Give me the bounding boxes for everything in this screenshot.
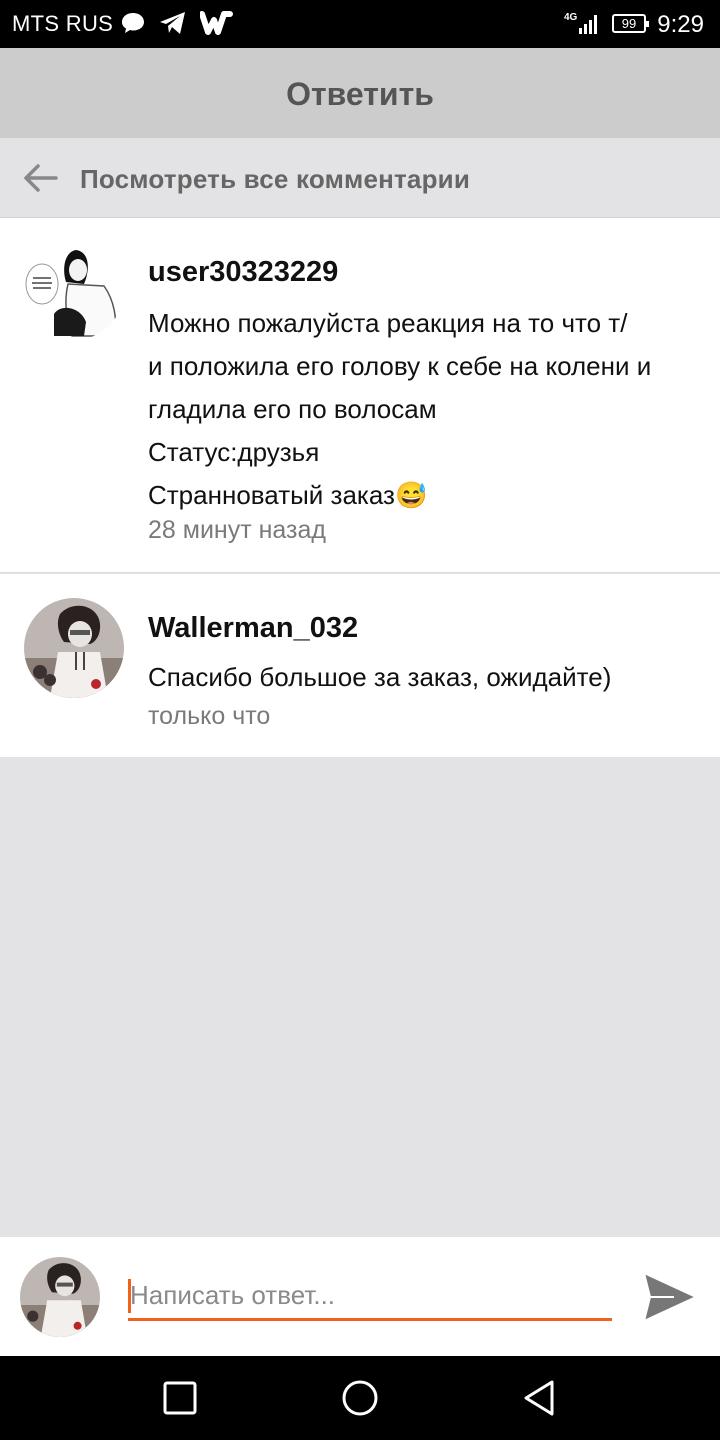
comment-item: Wallerman_032 Спасибо большое за заказ, … (0, 574, 720, 757)
triangle-back-icon[interactable] (522, 1378, 558, 1423)
avatar[interactable] (24, 240, 124, 340)
comment-text: Можно пожалуйста реакция на то что т/ и … (148, 302, 651, 517)
reply-bar (0, 1237, 720, 1356)
view-all-comments-button[interactable]: Посмотреть все комментарии (0, 138, 720, 218)
comment-item: user30323229 Можно пожалуйста реакция на… (0, 218, 720, 573)
comment-username[interactable]: Wallerman_032 (148, 612, 358, 645)
telegram-icon (158, 10, 188, 41)
reply-input[interactable] (128, 1273, 612, 1321)
avatar (20, 1257, 100, 1337)
comment-line: Странноватый заказ😅 (148, 480, 428, 510)
arrow-left-icon[interactable] (22, 162, 58, 199)
comment-text: Спасибо большое за заказ, ожидайте) (148, 656, 611, 699)
comment-line: и положила его голову к себе на колени и (148, 351, 652, 381)
comment-line: Спасибо большое за заказ, ожидайте) (148, 662, 612, 692)
send-icon[interactable] (640, 1269, 700, 1325)
status-bar: MTS RUS 4G 99 9:29 (0, 0, 720, 48)
comment-line: Статус:друзья (148, 437, 320, 467)
system-nav-bar (0, 1356, 720, 1440)
page-title: Ответить (286, 76, 434, 112)
avatar[interactable] (24, 598, 124, 698)
view-all-label: Посмотреть все комментарии (80, 164, 471, 194)
comment-timestamp: только что (148, 702, 271, 730)
comment-line: Можно пожалуйста реакция на то что т/ (148, 308, 628, 338)
circle-home-icon[interactable] (340, 1378, 380, 1423)
comment-username[interactable]: user30323229 (148, 256, 338, 289)
battery-icon: 99 (612, 14, 649, 33)
comment-line: гладила его по волосам (148, 394, 437, 424)
chat-bubble-icon (120, 10, 146, 41)
wattpad-icon (199, 10, 234, 41)
square-recent-icon[interactable] (162, 1380, 198, 1421)
text-cursor (128, 1279, 131, 1313)
network-type: 4G (564, 12, 578, 23)
clock: 9:29 (657, 11, 704, 38)
title-bar: Ответить (0, 48, 720, 138)
comment-timestamp: 28 минут назад (148, 516, 326, 544)
signal-icon (578, 12, 602, 41)
carrier-name: MTS RUS (12, 11, 114, 36)
